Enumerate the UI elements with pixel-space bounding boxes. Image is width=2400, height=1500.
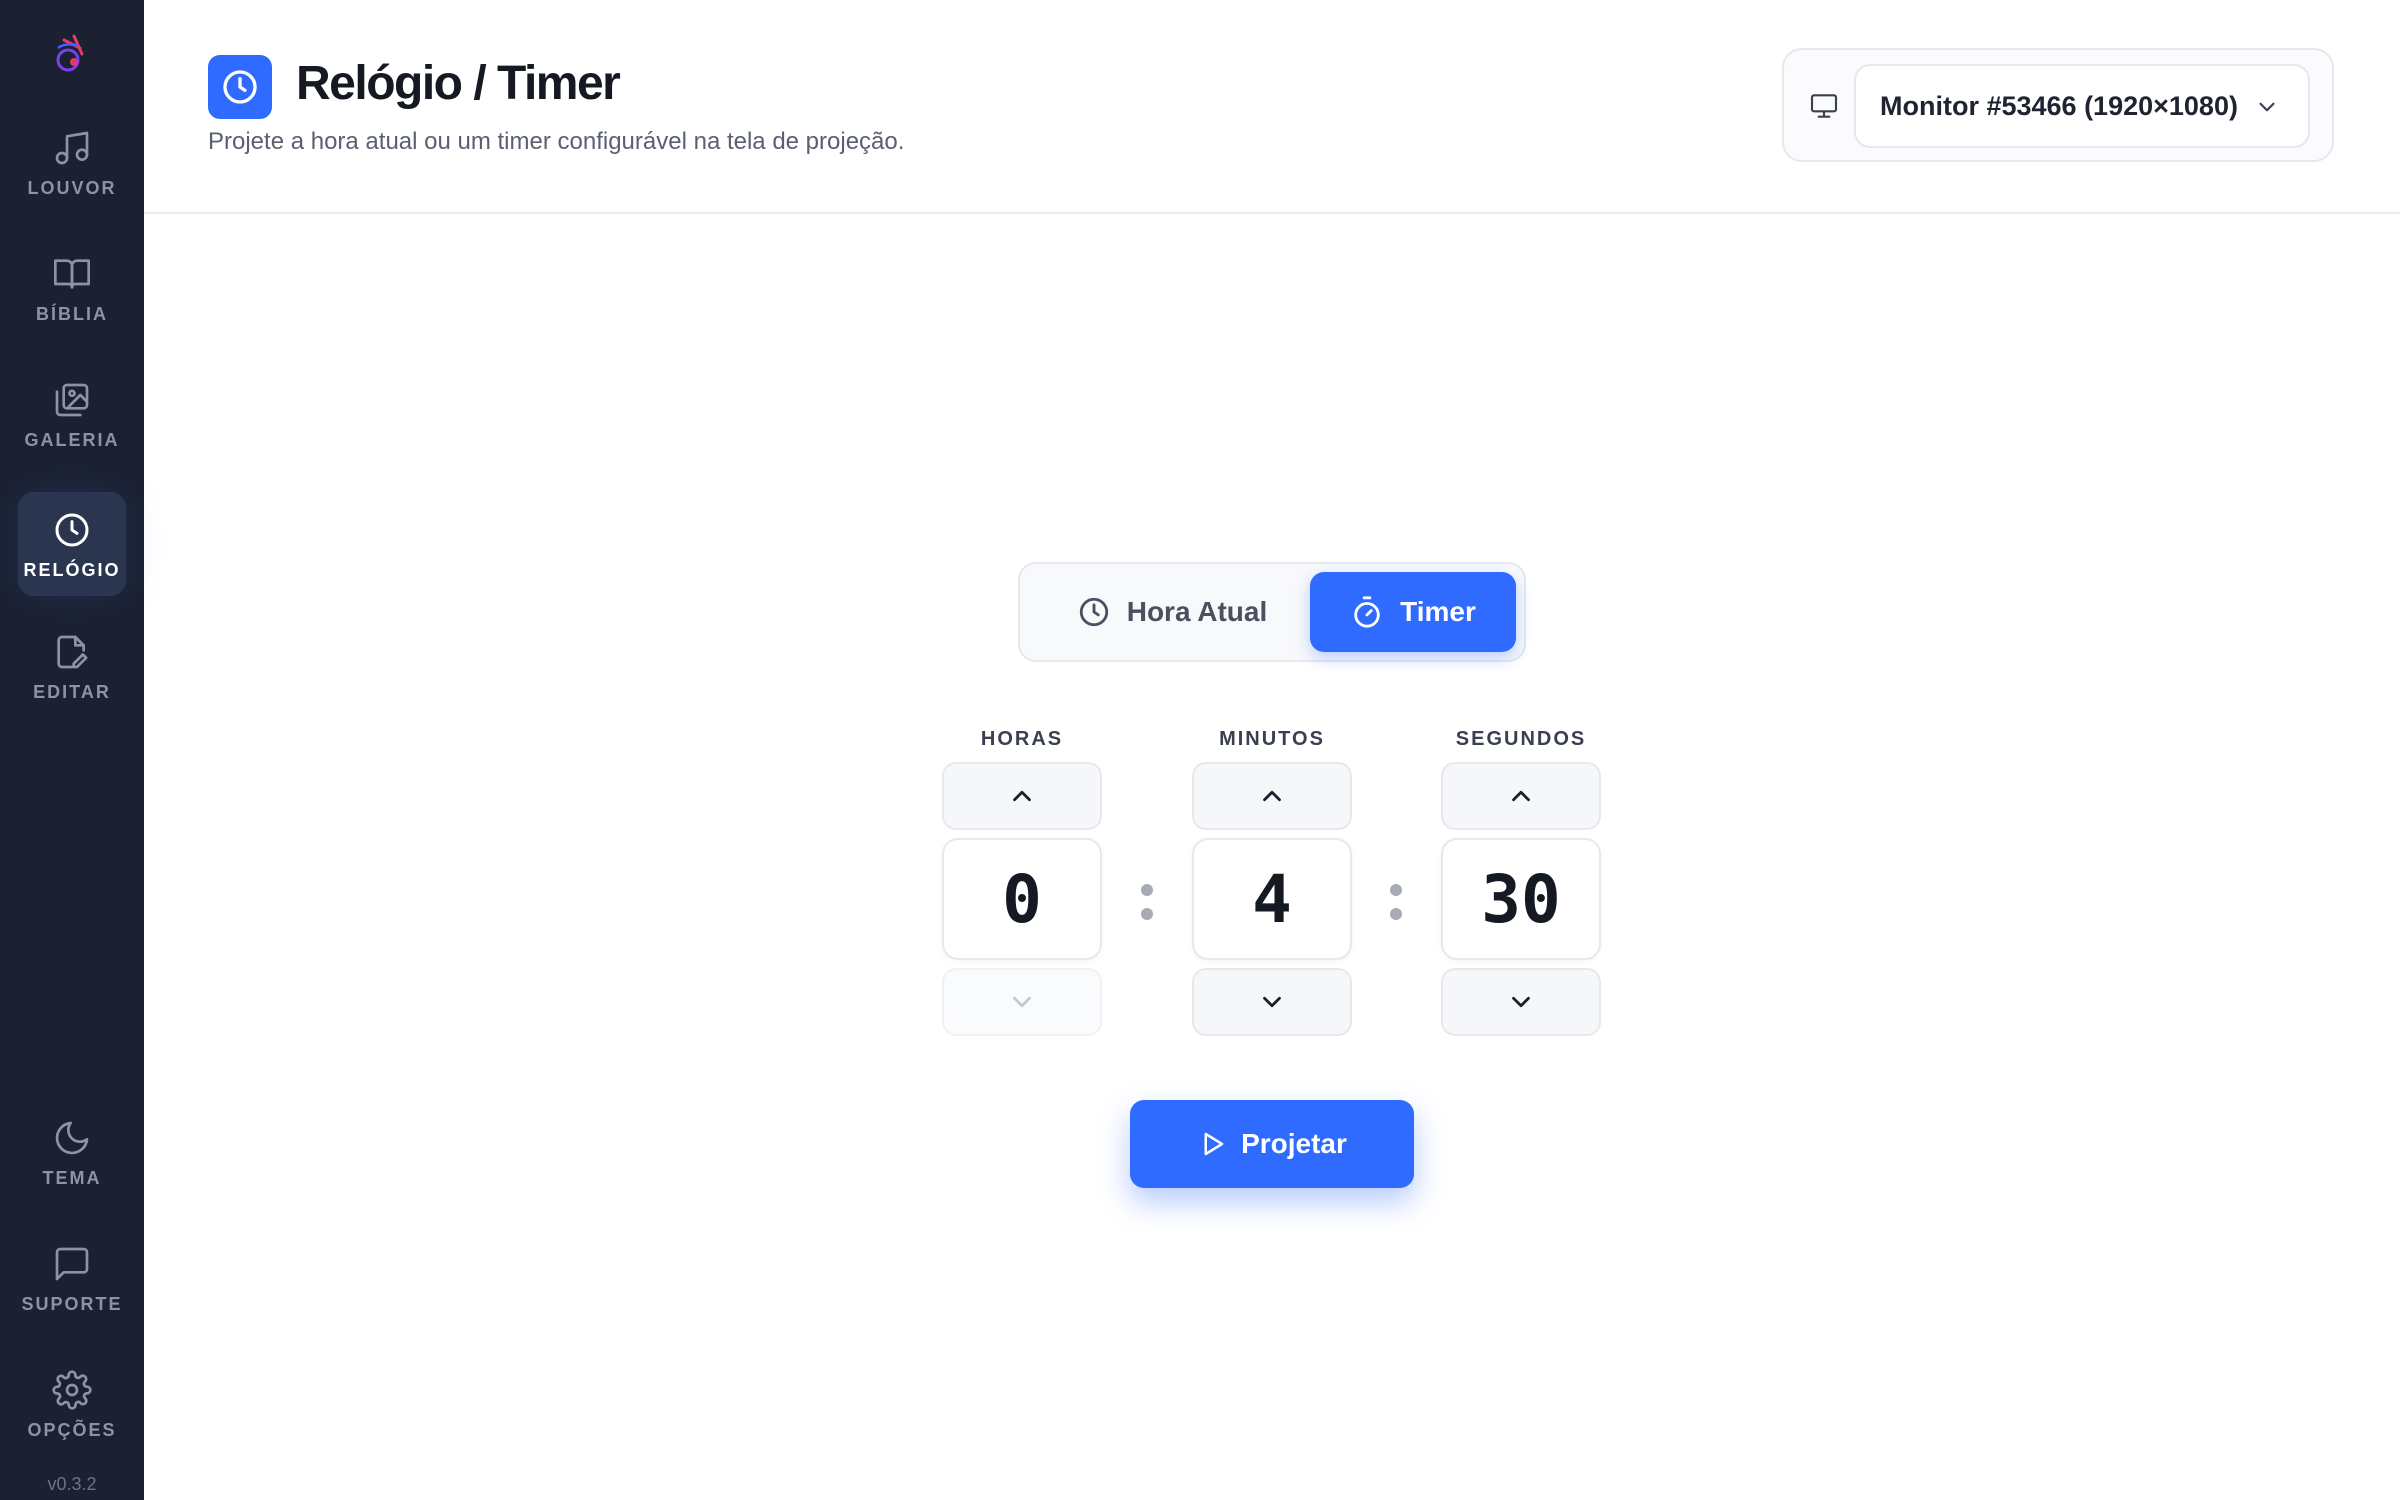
- stopwatch-icon: [1354, 596, 1380, 628]
- chevron-down-icon: [1263, 996, 1281, 1008]
- projetar-button[interactable]: Projetar: [1130, 1100, 1414, 1188]
- mode-timer-label: Timer: [1400, 596, 1476, 627]
- mode-toggle: Hora Atual Timer: [1018, 562, 1526, 662]
- projetar-label: Projetar: [1241, 1128, 1347, 1159]
- minutes-increment-button[interactable]: [1192, 762, 1352, 830]
- seconds-increment-button[interactable]: [1441, 762, 1601, 830]
- sidebar-item-tema[interactable]: TEMA: [18, 1100, 126, 1204]
- minutes-label: MINUTOS: [1219, 728, 1325, 750]
- sidebar-item-label: OPÇÕES: [27, 1420, 117, 1440]
- music-note-icon: [55, 131, 89, 165]
- chevron-up-icon: [1013, 790, 1031, 802]
- mode-hora-atual-label: Hora Atual: [1126, 596, 1268, 627]
- minutes-value[interactable]: 4: [1192, 838, 1352, 960]
- app-logo: [44, 26, 100, 82]
- hours-increment-button[interactable]: [942, 762, 1102, 830]
- chat-bubble-icon: [55, 1247, 89, 1281]
- clock-icon: [1079, 597, 1108, 627]
- clock-icon: [55, 513, 89, 547]
- app-version: v0.3.2: [47, 1474, 97, 1494]
- gear-icon: [52, 1370, 92, 1410]
- seconds-value[interactable]: 30: [1441, 838, 1601, 960]
- chevron-up-icon: [1512, 790, 1530, 802]
- clock-icon: [208, 55, 272, 119]
- mode-timer-button[interactable]: Timer: [1310, 572, 1516, 652]
- sidebar-item-relogio[interactable]: RELÓGIO: [18, 492, 126, 596]
- monitor-icon: [1810, 94, 1838, 118]
- monitor-dropdown[interactable]: Monitor #53466 (1920×1080): [1854, 64, 2310, 148]
- sidebar-item-louvor[interactable]: LOUVOR: [18, 110, 126, 214]
- monitor-dropdown-value: Monitor #53466 (1920×1080): [1880, 90, 2238, 121]
- gallery-images-icon: [55, 383, 89, 417]
- sidebar-item-label: TEMA: [42, 1168, 102, 1188]
- sidebar-item-suporte[interactable]: SUPORTE: [18, 1226, 126, 1330]
- sidebar-item-label: SUPORTE: [21, 1294, 123, 1314]
- sidebar: LOUVOR BÍBLIA GALERIA RELÓGIO EDITAR TEM…: [0, 0, 144, 1500]
- monitor-selector: Monitor #53466 (1920×1080): [1782, 48, 2334, 162]
- sidebar-item-galeria[interactable]: GALERIA: [18, 362, 126, 466]
- chevron-up-icon: [1263, 790, 1281, 802]
- sidebar-item-editar[interactable]: EDITAR: [18, 614, 126, 718]
- moon-icon: [55, 1121, 89, 1155]
- time-separator: [1141, 884, 1153, 932]
- sidebar-item-label: LOUVOR: [27, 178, 117, 198]
- book-open-icon: [54, 259, 90, 289]
- chevron-down-icon: [2259, 102, 2275, 112]
- seconds-decrement-button[interactable]: [1441, 968, 1601, 1036]
- sidebar-item-label: EDITAR: [33, 682, 111, 702]
- page-subtitle: Projete a hora atual ou um timer configu…: [208, 128, 905, 155]
- hours-decrement-button[interactable]: [942, 968, 1102, 1036]
- chevron-down-icon: [1013, 996, 1031, 1008]
- seconds-label: SEGUNDOS: [1455, 728, 1587, 750]
- sidebar-item-opcoes[interactable]: OPÇÕES: [18, 1352, 126, 1456]
- sidebar-item-biblia[interactable]: BÍBLIA: [18, 236, 126, 340]
- edit-document-icon: [57, 635, 88, 669]
- chevron-down-icon: [1512, 996, 1530, 1008]
- sidebar-item-label: RELÓGIO: [23, 560, 121, 580]
- mode-hora-atual-button[interactable]: Hora Atual: [1044, 572, 1300, 652]
- minutes-decrement-button[interactable]: [1192, 968, 1352, 1036]
- page-title: Relógio / Timer: [296, 57, 621, 110]
- play-icon: [1204, 1132, 1224, 1156]
- sidebar-item-label: GALERIA: [24, 430, 120, 450]
- page-header: Relógio / Timer Projete a hora atual ou …: [144, 0, 2400, 214]
- hours-label: HORAS: [980, 728, 1064, 750]
- hours-value[interactable]: 0: [942, 838, 1102, 960]
- time-separator: [1390, 884, 1402, 932]
- sidebar-item-label: BÍBLIA: [36, 304, 108, 324]
